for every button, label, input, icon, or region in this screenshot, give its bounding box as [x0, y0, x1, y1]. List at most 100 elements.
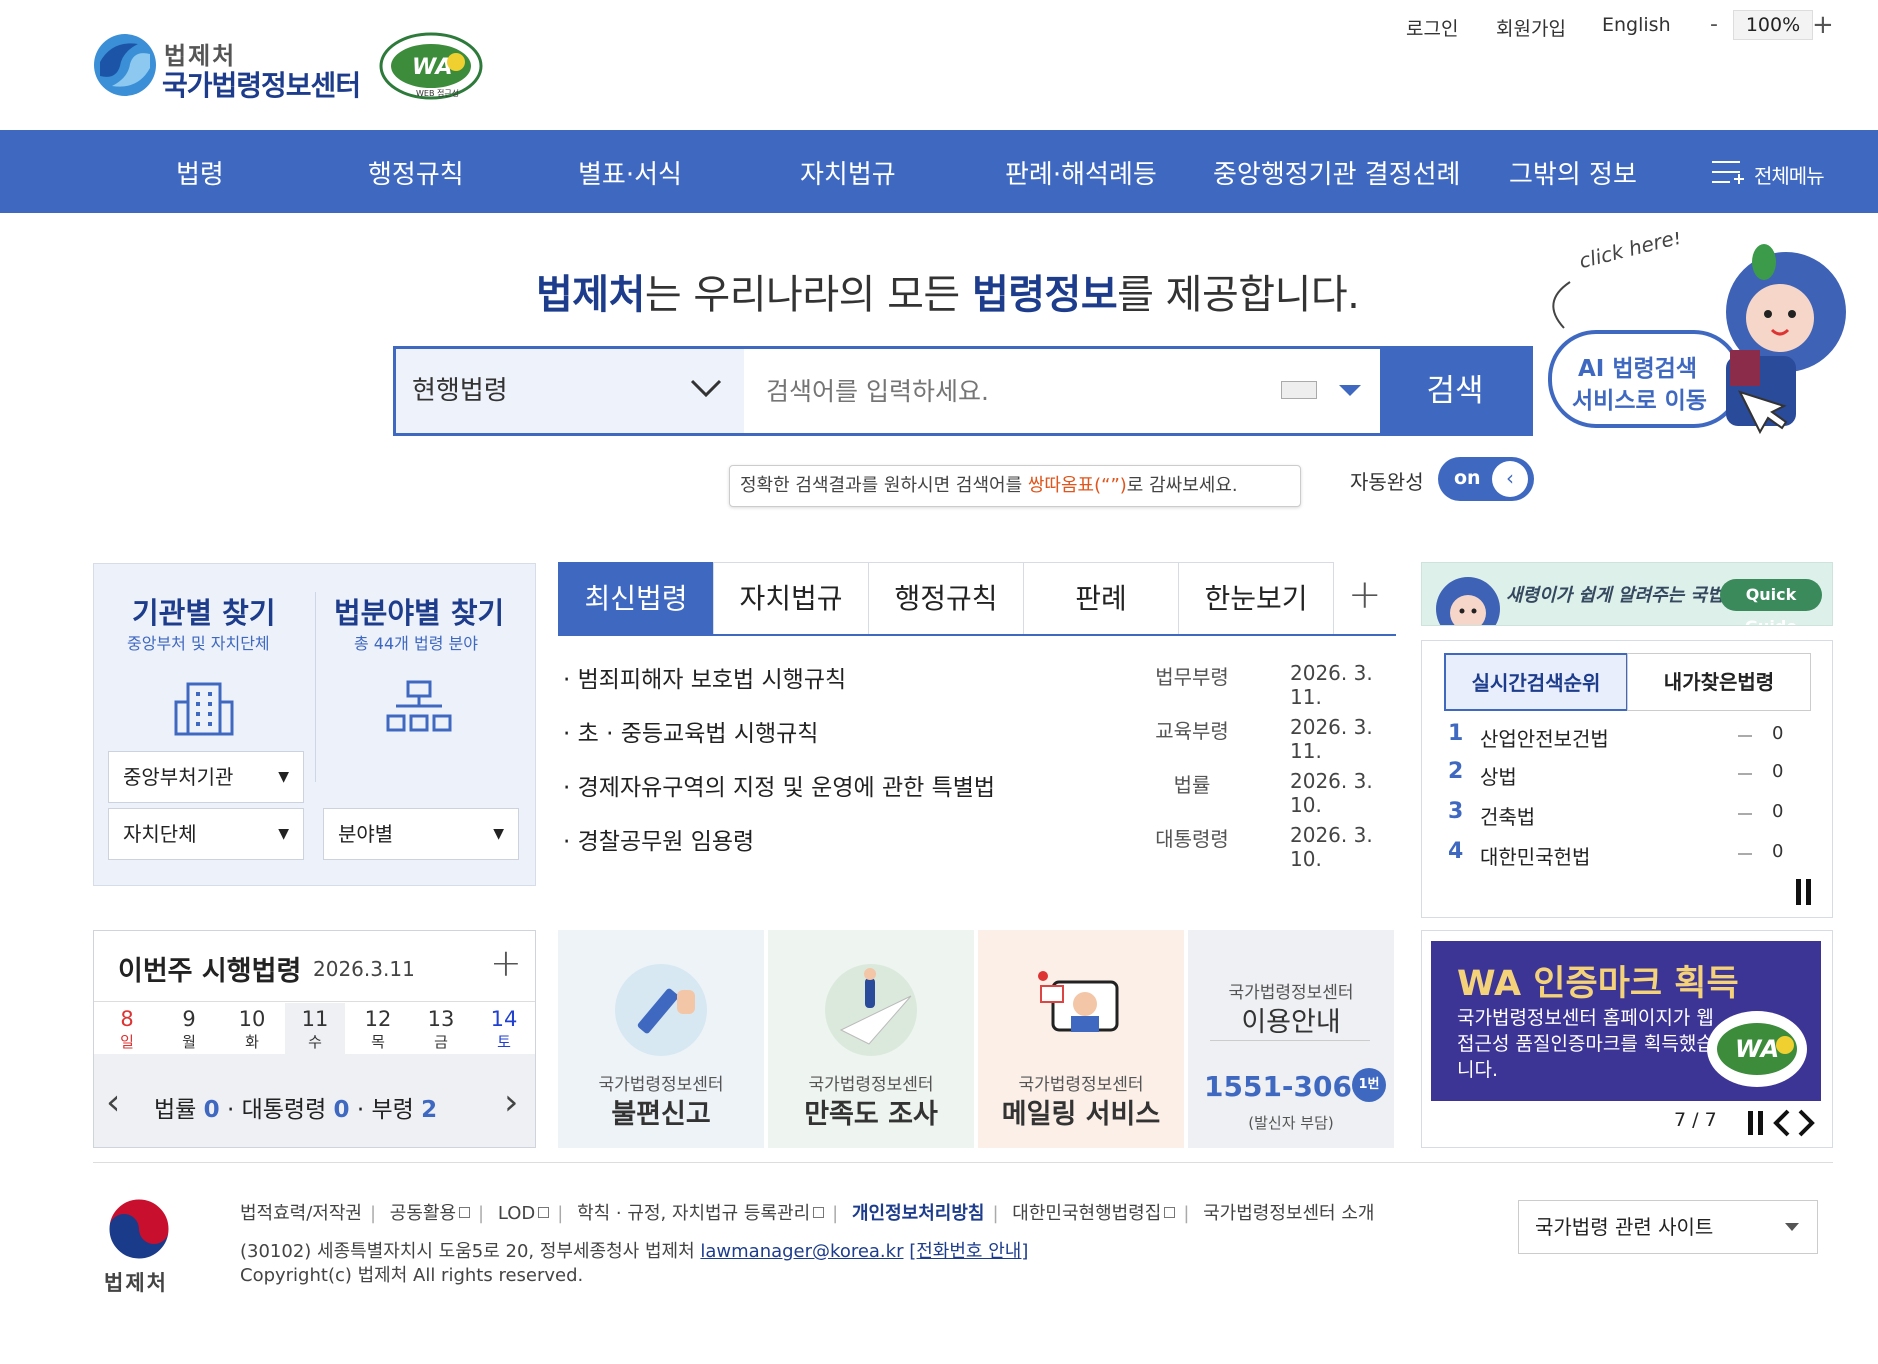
autocomplete-label: 자동완성 [1350, 470, 1424, 494]
history-dropdown-icon[interactable] [1339, 385, 1361, 396]
moleg-logo-icon[interactable] [92, 32, 158, 98]
all-menu-button[interactable]: 전체메뉴 [1754, 160, 1825, 189]
logo-site-name[interactable]: 국가법령정보센터 [162, 64, 361, 104]
weekly-counts[interactable]: 법률 0 · 대통령령 0 · 부령 2 [154, 1090, 437, 1124]
keyboard-icon[interactable] [1281, 381, 1317, 399]
calendar-day[interactable]: 12 목 [348, 1003, 408, 1052]
chevron-left-icon[interactable]: ‹ [106, 1082, 120, 1123]
mailing-tile[interactable]: 국가법령정보센터 메일링 서비스 [978, 930, 1184, 1148]
law-title[interactable]: · 범죄피해자 보호법 시행규칙 [563, 660, 846, 694]
rank-item[interactable]: 2 상법 0 [1448, 759, 1808, 789]
zoom-in-button[interactable]: + [1812, 10, 1834, 40]
law-list-item[interactable]: · 범죄피해자 보호법 시행규칙 법무부령 2026. 3. 11. [563, 660, 1393, 709]
more-plus-icon[interactable]: + [1348, 572, 1382, 618]
rank-law-name[interactable]: 대한민국헌법 [1480, 841, 1590, 870]
chevron-left-icon: ‹ [1492, 461, 1528, 497]
tab-admin-rules[interactable]: 행정규칙 [868, 562, 1024, 636]
nav-item-central-decisions[interactable]: 중앙행정기관 결정선례 [1213, 154, 1460, 191]
footer-link-lod[interactable]: LOD [498, 1203, 550, 1224]
footer-email-link[interactable]: lawmanager@korea.kr [700, 1241, 903, 1262]
chevron-down-icon[interactable] [686, 373, 726, 403]
field-finder-title[interactable]: 법분야별 찾기 [334, 590, 504, 632]
calendar-day[interactable]: 10 화 [222, 1003, 282, 1052]
finder-panel: 기관별 찾기 중앙부처 및 자치단체 법분야별 찾기 총 44개 법령 분야 중… [93, 563, 536, 886]
footer-link-copyright[interactable]: 법적효력/저작권 [240, 1203, 362, 1224]
tab-local-laws[interactable]: 자치법규 [713, 562, 869, 636]
quick-guide-banner[interactable]: 새령이가 쉽게 알려주는 국법 Quick Guide [1421, 562, 1833, 626]
footer-phone-link[interactable]: [전화번호 안내] [909, 1241, 1028, 1262]
footer-link-statutes[interactable]: 대한민국현행법령집 [1012, 1203, 1176, 1224]
signup-link[interactable]: 회원가입 [1496, 14, 1566, 41]
rank-item[interactable]: 4 대한민국헌법 0 [1448, 839, 1808, 869]
central-agency-select[interactable]: 중앙부처기관 ▼ [108, 751, 304, 803]
menu-icon[interactable] [1712, 158, 1746, 186]
tab-overview[interactable]: 한눈보기 [1178, 562, 1334, 636]
calendar-day[interactable]: 8일 [97, 1003, 157, 1052]
nav-item-laws[interactable]: 법령 [176, 154, 224, 191]
login-link[interactable]: 로그인 [1406, 14, 1458, 41]
rank-law-name[interactable]: 상법 [1480, 761, 1517, 790]
org-finder-title[interactable]: 기관별 찾기 [132, 590, 276, 632]
no-change-icon [1738, 853, 1752, 855]
nav-item-forms[interactable]: 별표·서식 [578, 154, 682, 191]
rank-law-name[interactable]: 건축법 [1480, 801, 1535, 830]
english-link[interactable]: English [1602, 14, 1671, 36]
law-title[interactable]: · 경제자유구역의 지정 및 운영에 관한 특별법 [563, 768, 995, 802]
wa-banner[interactable]: WA 인증마크 획득 국가법령정보센터 홈페이지가 웹 접근성 품질인증마크를 … [1431, 941, 1821, 1101]
nav-item-other-info[interactable]: 그밖의 정보 [1509, 154, 1637, 191]
nav-item-local-laws[interactable]: 자치법규 [800, 154, 896, 191]
complaint-tile[interactable]: 국가법령정보센터 불편신고 [558, 930, 764, 1148]
pause-icon[interactable] [1794, 877, 1814, 907]
external-link-icon [459, 1207, 471, 1218]
rank-change: 0 [1772, 761, 1784, 782]
svg-text:WA: WA [1735, 1035, 1779, 1063]
law-field-select[interactable]: 분야별 ▼ [323, 808, 519, 860]
zoom-out-button[interactable]: - [1710, 12, 1718, 37]
law-list-item[interactable]: · 초 · 중등교육법 시행규칙 교육부령 2026. 3. 11. [563, 714, 1393, 763]
chevron-right-icon[interactable]: › [504, 1082, 518, 1123]
field-finder-subtitle: 총 44개 법령 분야 [354, 634, 478, 653]
law-list-item[interactable]: · 경제자유구역의 지정 및 운영에 관한 특별법 법률 2026. 3. 10… [563, 768, 1393, 817]
rank-number: 3 [1448, 799, 1464, 824]
rank-item[interactable]: 1 산업안전보건법 0 [1448, 721, 1808, 751]
autocomplete-toggle[interactable]: on ‹ [1438, 457, 1534, 501]
tab-realtime-ranking[interactable]: 실시간검색순위 [1444, 653, 1628, 711]
footer-link-privacy[interactable]: 개인정보처리방침 [852, 1203, 984, 1224]
nav-item-admin-rules[interactable]: 행정규칙 [368, 154, 464, 191]
law-title[interactable]: · 초 · 중등교육법 시행규칙 [563, 714, 818, 748]
footer-link-about[interactable]: 국가법령정보센터 소개 [1203, 1203, 1374, 1224]
rank-law-name[interactable]: 산업안전보건법 [1480, 723, 1609, 752]
laptop-mail-icon [1038, 971, 1119, 1032]
search-input[interactable] [744, 349, 1374, 433]
more-plus-icon[interactable]: + [490, 941, 522, 985]
calendar-day[interactable]: 9월 [159, 1003, 219, 1052]
footer-link-sharing[interactable]: 공동활용 [390, 1203, 471, 1224]
calendar-day-today[interactable]: 11 수 [285, 1003, 345, 1055]
search-button[interactable]: 검색 [1380, 349, 1530, 433]
related-sites-select[interactable]: 국가법령 관련 사이트 [1518, 1200, 1818, 1254]
no-change-icon [1738, 773, 1752, 775]
calendar-day[interactable]: 14 토 [474, 1003, 534, 1052]
calendar-day[interactable]: 13 금 [411, 1003, 471, 1052]
main-nav: 법령 행정규칙 별표·서식 자치법규 판례·해석례등 중앙행정기관 결정선례 그… [0, 130, 1878, 213]
law-title[interactable]: · 경찰공무원 임용령 [563, 822, 754, 856]
guide-tile[interactable]: 국가법령정보센터 이용안내 1551-3060 1번 (발신자 부담) [1188, 930, 1394, 1148]
nav-item-precedents[interactable]: 판례·해석례등 [1005, 154, 1157, 191]
law-list-item[interactable]: · 경찰공무원 임용령 대통령령 2026. 3. 10. [563, 822, 1393, 871]
ai-search-banner[interactable]: click here! AI 법령검색 서비스로 이동 [1530, 232, 1850, 444]
tab-latest-laws[interactable]: 최신법령 [558, 562, 714, 636]
tab-my-searches[interactable]: 내가찾은법령 [1627, 653, 1811, 711]
footer-divider [93, 1162, 1833, 1163]
survey-tile[interactable]: 국가법령정보센터 만족도 조사 [768, 930, 974, 1148]
phone-number[interactable]: 1551-3060 [1204, 1070, 1371, 1103]
law-type: 대통령령 [1155, 827, 1229, 851]
quick-guide-button[interactable]: Quick Guide [1720, 579, 1822, 625]
banner-controls-icon[interactable] [1742, 1107, 1822, 1139]
external-link-icon [1164, 1207, 1176, 1218]
tile-title: 만족도 조사 [804, 1099, 938, 1130]
footer-link-registration[interactable]: 학칙 · 규정, 자치법규 등록관리 [577, 1203, 825, 1224]
local-gov-select[interactable]: 자치단체 ▼ [108, 808, 304, 860]
law-date: 2026. 3. 11. [1290, 661, 1373, 709]
tab-precedents[interactable]: 판례 [1023, 562, 1179, 636]
rank-item[interactable]: 3 건축법 0 [1448, 799, 1808, 829]
